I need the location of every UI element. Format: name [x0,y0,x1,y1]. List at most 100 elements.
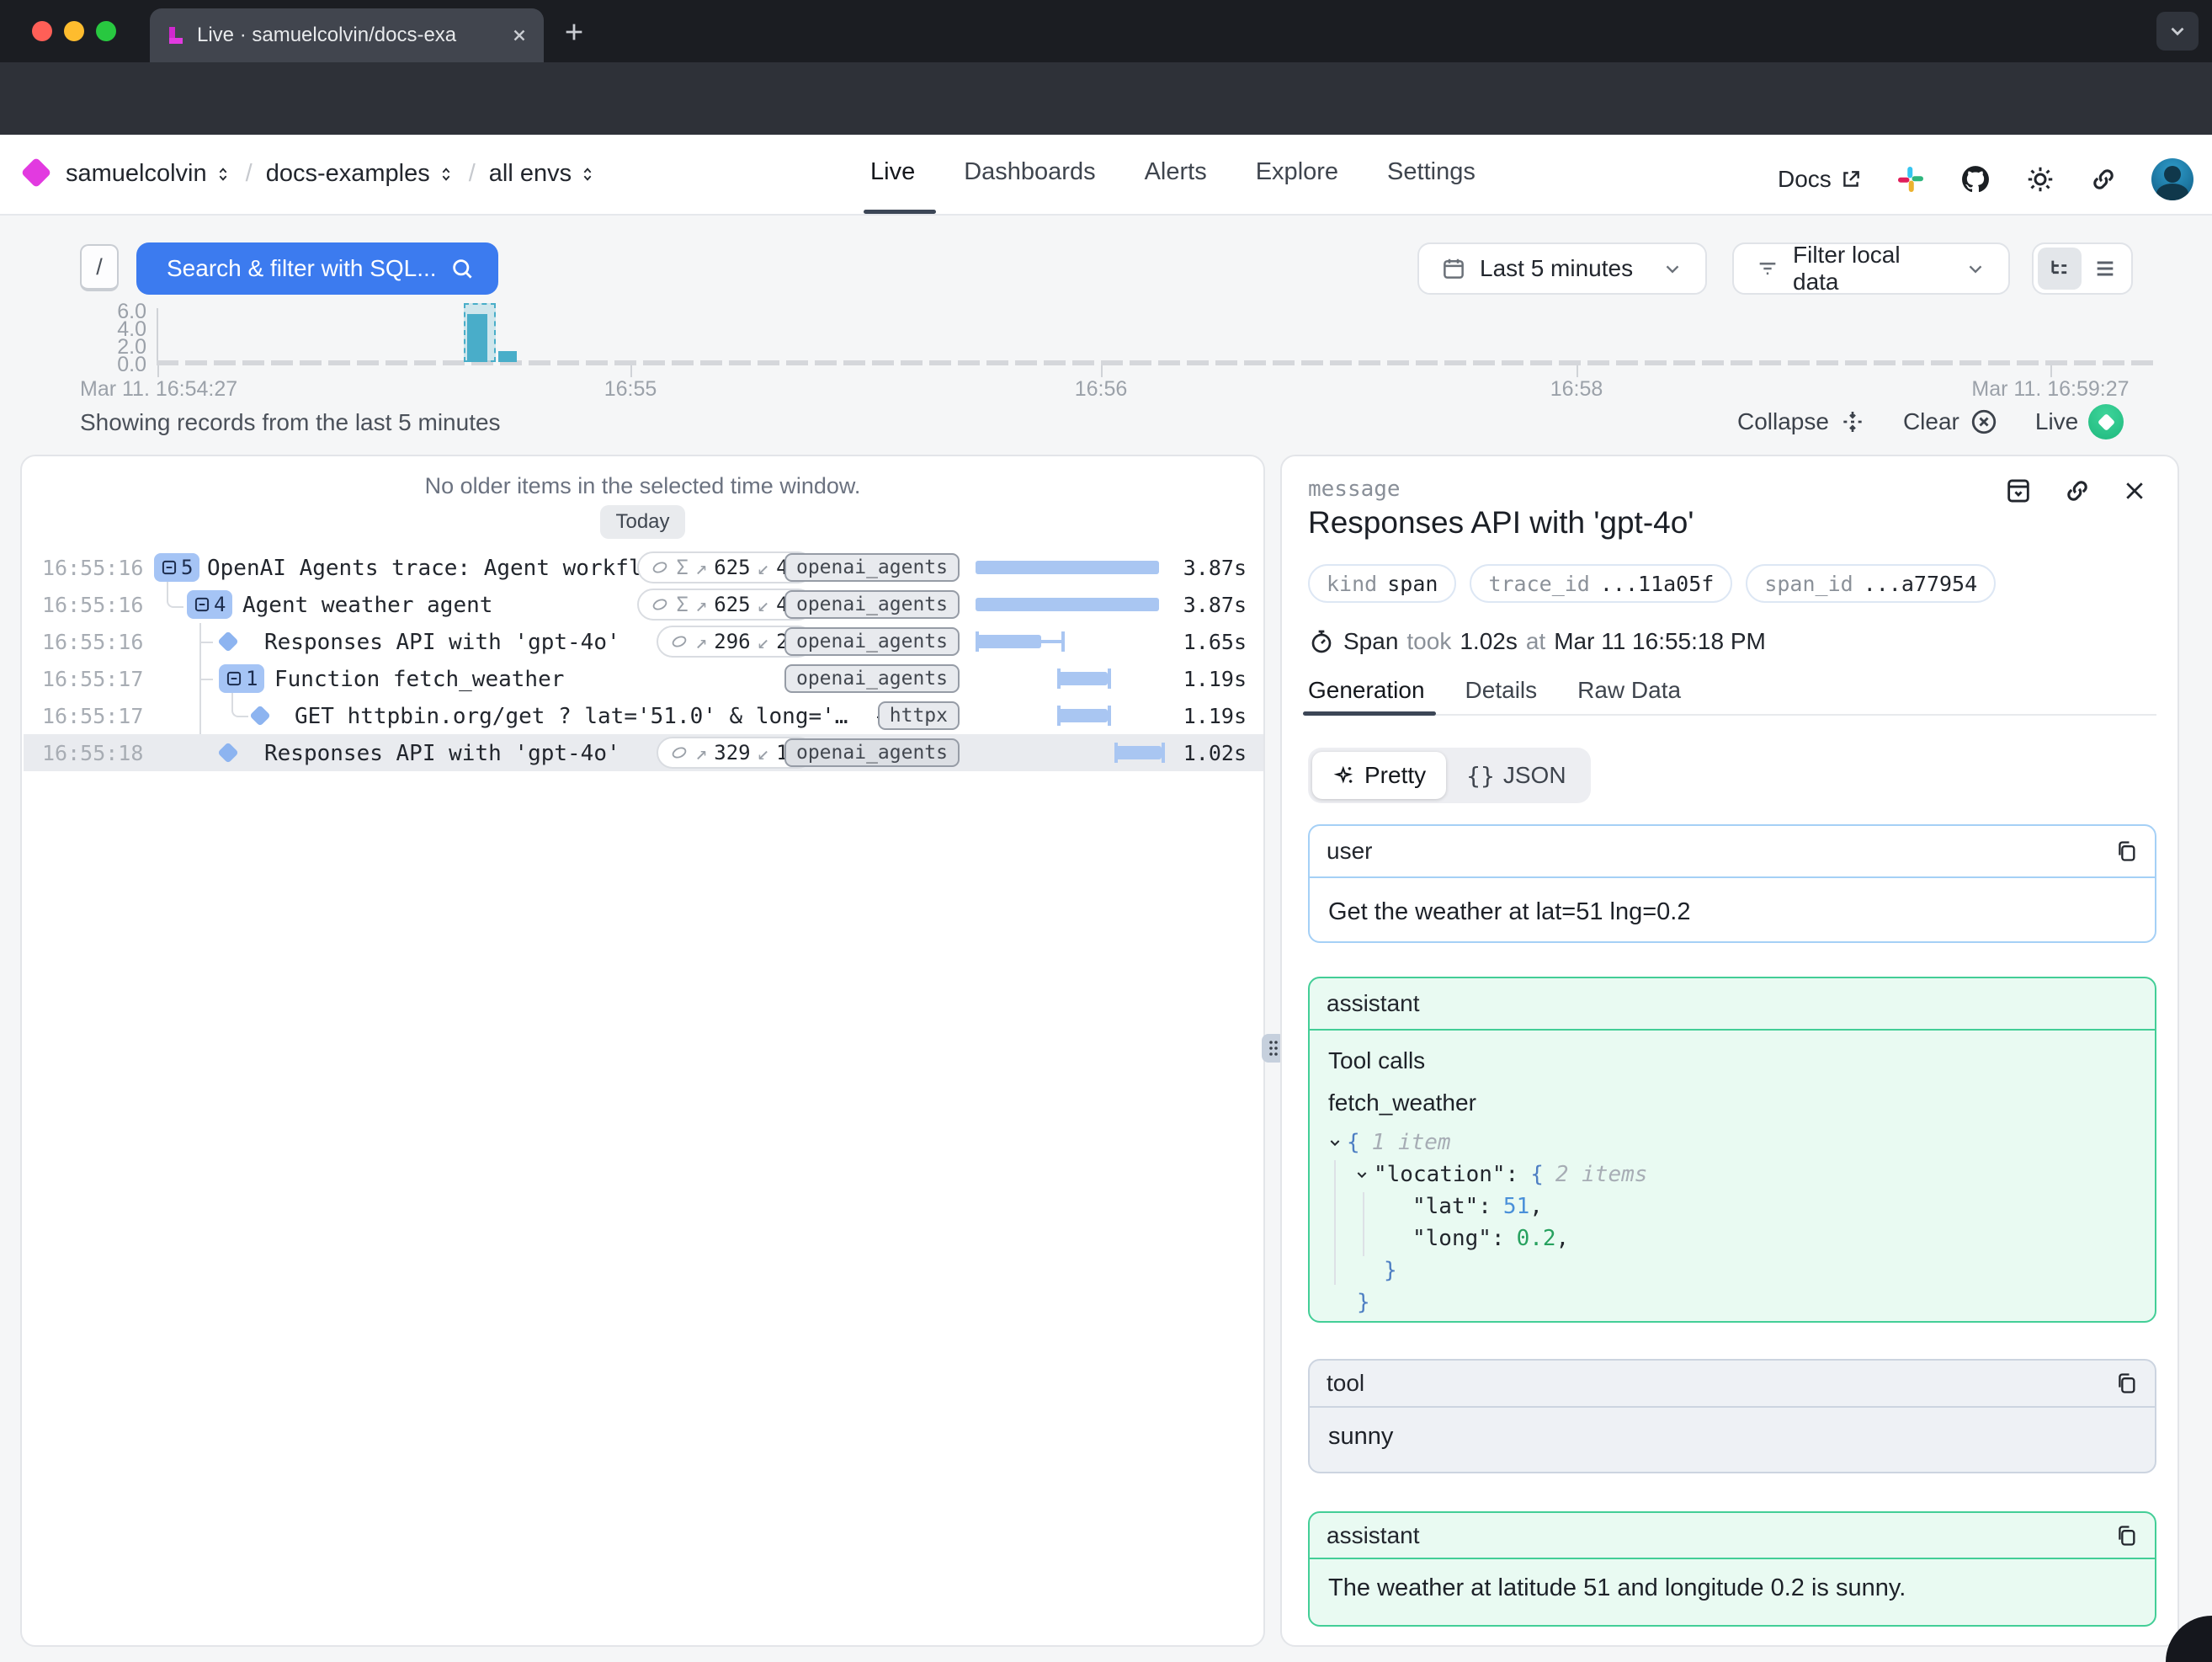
updown-chevrons-icon [214,165,232,184]
json-view-button[interactable]: {} JSON [1446,752,1586,799]
tree-view-button[interactable] [2038,248,2082,290]
scope-tag[interactable]: openai_agents [784,553,960,582]
copy-icon[interactable] [2114,1524,2138,1547]
today-chip-wrap: Today [22,505,1263,539]
trace-id-pill[interactable]: trace_id...11a05f [1470,564,1732,603]
share-link-icon[interactable] [2089,165,2118,194]
panel-kicker: message [1308,477,1401,502]
filter-local-data-dropdown[interactable]: Filter local data [1732,242,2010,295]
role-label: tool [1327,1370,1364,1397]
span-name: GET httpbin.org/get ? lat='51.0' & long=… [295,704,954,729]
tab-generation[interactable]: Generation [1308,677,1425,704]
maximize-window-button[interactable] [96,21,116,41]
message-body: sunny [1310,1408,2155,1471]
search-input[interactable]: Search & filter with SQL... [136,242,498,295]
theme-sun-icon[interactable] [2025,164,2055,194]
trace-row[interactable]: 16:55:16 4 Agent weather agent Σ ↗625 ↙4… [24,586,1263,623]
chart-bar[interactable] [498,351,517,362]
box-minus-icon [194,596,210,613]
json-tree: { 1 item "location": { 2 items "lat": 51… [1328,1127,2136,1318]
collapse-count-badge[interactable]: 1 [219,664,264,693]
message-body: The weather at latitude 51 and longitude… [1310,1559,2155,1622]
live-toggle[interactable]: Live [2035,404,2124,439]
tab-live[interactable]: Live [870,158,915,186]
collapse-chevron-icon[interactable] [1328,1136,1342,1149]
collapse-count-badge[interactable]: 5 [154,553,199,582]
role-label: assistant [1327,1522,1420,1549]
list-controls: Collapse Clear Live [1737,404,2124,439]
duration-bar [976,594,1159,615]
trace-row[interactable]: 16:55:17 1 Function fetch_weather openai… [24,660,1263,697]
docs-link[interactable]: Docs [1778,166,1862,193]
clear-button[interactable]: Clear [1903,408,1998,436]
clear-circle-x-icon [1970,408,1998,436]
scope-tag[interactable]: openai_agents [784,664,960,693]
scope-tag[interactable]: openai_agents [784,590,960,619]
time-range-dropdown[interactable]: Last 5 minutes [1417,242,1707,295]
detail-tabs: Generation Details Raw Data [1308,677,1681,704]
message-card-assistant: assistant Tool calls fetch_weather { 1 i… [1308,977,2156,1323]
breadcrumb-project[interactable]: docs-examples [266,160,455,188]
panel-header-actions [2004,477,2147,505]
save-view-icon[interactable] [2004,477,2033,505]
tab-raw-data[interactable]: Raw Data [1577,677,1681,704]
chart-tick [157,365,159,377]
tab-details[interactable]: Details [1465,677,1538,704]
collapse-count-badge[interactable]: 4 [187,590,232,619]
x-axis-end-label: Mar 11. 16:59:27 [1924,377,2177,402]
span-duration: 1.02s [1162,741,1247,765]
span-duration: 1.19s [1162,704,1247,728]
list-view-button[interactable] [2083,248,2127,290]
braces-glyph: {} [1466,762,1495,790]
tab-explore[interactable]: Explore [1256,158,1338,186]
browser-tab[interactable]: Live · samuelcolvin/docs-exa [150,8,544,62]
minimize-window-button[interactable] [64,21,84,41]
tokens-coin-icon [651,595,669,614]
sparkle-icon [1332,764,1356,787]
trace-row[interactable]: 16:55:16 Responses API with 'gpt-4o' ↗29… [24,623,1263,660]
scope-tag[interactable]: openai_agents [784,738,960,767]
time-range-label: Last 5 minutes [1480,255,1648,282]
collapse-chevron-icon[interactable] [1355,1168,1369,1181]
pretty-view-button[interactable]: Pretty [1312,752,1446,799]
chart-y-axis: 6.0 4.0 2.0 0.0 [99,300,146,370]
x-axis-tick-label: 16:56 [1059,377,1143,402]
span-id-pill[interactable]: span_id...a77954 [1746,564,1996,603]
tab-settings[interactable]: Settings [1387,158,1476,186]
chevron-down-icon [1662,258,1683,280]
slack-icon[interactable] [1896,164,1926,194]
breadcrumb-org[interactable]: samuelcolvin [66,160,232,188]
role-label: assistant [1327,990,1420,1017]
row-timestamp: 16:55:17 [42,704,143,728]
close-panel-icon[interactable] [2122,478,2147,503]
scope-tag[interactable]: openai_agents [784,627,960,656]
live-indicator-icon [2088,404,2124,439]
today-chip[interactable]: Today [600,505,684,539]
breadcrumb-separator: / [469,160,476,188]
empty-window-notice: No older items in the selected time wind… [22,473,1263,499]
close-window-button[interactable] [32,21,52,41]
breadcrumb-env[interactable]: all envs [489,160,597,188]
tab-alerts[interactable]: Alerts [1145,158,1207,186]
github-icon[interactable] [1959,163,1991,195]
trace-row-selected[interactable]: 16:55:18 Responses API with 'gpt-4o' ↗32… [24,734,1263,771]
tab-title: Live · samuelcolvin/docs-exa [197,24,498,47]
slash-shortcut-key: / [80,244,119,291]
new-tab-button[interactable] [562,20,586,44]
trace-row[interactable]: 16:55:17 GET httpbin.org/get ? lat='51.0… [24,697,1263,734]
span-duration: 1.65s [1162,630,1247,654]
copy-icon[interactable] [2114,839,2138,863]
copy-icon[interactable] [2114,1372,2138,1395]
user-avatar[interactable] [2151,158,2193,200]
trace-row[interactable]: 16:55:16 5 OpenAI Agents trace: Agent wo… [24,549,1263,586]
view-mode-toggle [2032,242,2133,295]
chart-plot-area[interactable] [157,310,2156,362]
tab-search-button[interactable] [2156,12,2199,51]
copy-link-icon[interactable] [2063,477,2092,505]
scope-tag[interactable]: httpx [878,701,960,730]
showing-records-label: Showing records from the last 5 minutes [80,409,501,436]
collapse-button[interactable]: Collapse [1737,408,1866,435]
tab-close-icon[interactable] [510,26,529,45]
chart-selection-box [464,303,496,362]
tab-dashboards[interactable]: Dashboards [964,158,1095,186]
